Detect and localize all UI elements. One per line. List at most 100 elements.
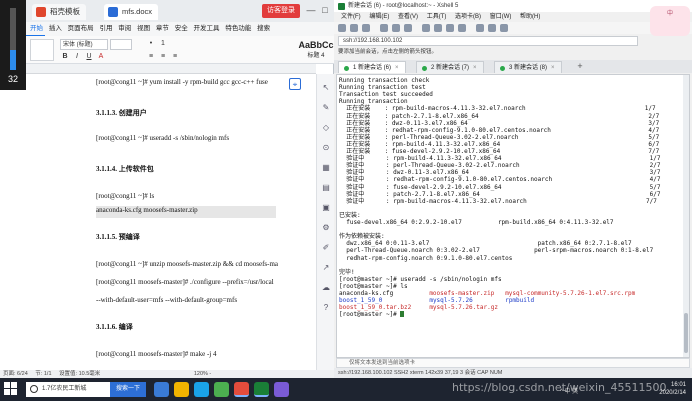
close-icon[interactable]: × [473, 65, 477, 71]
print-icon[interactable] [422, 24, 430, 32]
terminal-scrollbar[interactable] [683, 75, 689, 357]
terminal-text: [root@master ~]# ls [339, 282, 408, 290]
add-tab-icon[interactable]: + [574, 61, 586, 73]
settings-icon[interactable] [458, 24, 466, 32]
new-session-icon[interactable] [338, 24, 346, 32]
menu-layout[interactable]: 页面布局 [66, 22, 96, 36]
help-icon[interactable]: ? [320, 302, 332, 314]
paste-icon[interactable] [392, 24, 400, 32]
location-icon[interactable]: ⊙ [320, 142, 332, 154]
document-line: [root@cong11 ~]# unzip moosefs-master.zi… [96, 260, 279, 268]
pen-icon[interactable]: ✐ [320, 242, 332, 254]
wps-taskbar-icon[interactable] [234, 382, 249, 397]
file-explorer-icon[interactable] [174, 382, 189, 397]
layout-icon[interactable]: ▤ [320, 182, 332, 194]
color-scheme-icon[interactable] [434, 24, 442, 32]
align-left-icon[interactable]: ≡ [146, 52, 156, 62]
font-name-select[interactable]: 宋体 (标题) [60, 39, 108, 50]
watermark-url: https://blog.csdn.net/weixin_45511500 [452, 381, 667, 394]
close-icon[interactable]: × [551, 65, 555, 71]
xshell-taskbar-icon[interactable] [254, 382, 269, 397]
italic-icon[interactable]: I [72, 52, 82, 62]
underline-icon[interactable]: U [84, 52, 94, 62]
taskbar-search-box[interactable]: 1.7亿农民工新城 搜索一下 [26, 382, 146, 397]
menu-references[interactable]: 引用 [97, 22, 114, 36]
backup-icon[interactable]: ☁ [320, 282, 332, 294]
chrome-browser-icon[interactable] [214, 382, 229, 397]
style-gallery-item[interactable]: AaBbCc 标题 4 [298, 38, 334, 62]
find-icon[interactable] [404, 24, 412, 32]
document-page[interactable]: [root@cong11 ~]# yum install -y rpm-buil… [26, 74, 316, 370]
menu-start[interactable]: 开始 [26, 23, 45, 37]
menu-tools[interactable]: 工具(T) [427, 14, 447, 20]
terminal-text: redhat-rpm-config.noarch 0:9.1.0-80.el7.… [339, 254, 513, 262]
number-list-icon[interactable]: 1 [158, 39, 168, 49]
compose-bar[interactable]: 仅将文本发送到当前选项卡 [336, 358, 690, 368]
page-count: 页面: 6/24 [3, 371, 28, 377]
align-center-icon[interactable]: ≡ [158, 52, 168, 62]
paste-icon[interactable] [30, 39, 54, 61]
table-icon[interactable]: ▦ [320, 162, 332, 174]
volume-value: 32 [7, 74, 18, 84]
windows-start-icon[interactable] [4, 382, 18, 396]
share-icon[interactable]: ↗ [320, 262, 332, 274]
tab-document[interactable]: mfs.docx [104, 4, 159, 20]
copy-icon[interactable] [380, 24, 388, 32]
style-icon[interactable]: ✎ [320, 102, 332, 114]
app-icon[interactable] [274, 382, 289, 397]
menu-view[interactable]: 查看(V) [398, 14, 418, 20]
reconnect-icon[interactable] [362, 24, 370, 32]
font-icon[interactable] [446, 24, 454, 32]
volume-bar[interactable] [10, 8, 16, 70]
transfer-icon[interactable] [476, 24, 484, 32]
menu-security[interactable]: 安全 [173, 22, 190, 36]
search-button[interactable]: 搜索一下 [109, 382, 146, 397]
bold-icon[interactable]: B [60, 52, 70, 62]
terminal-output[interactable]: Running transaction check Running transac… [336, 74, 690, 358]
align-right-icon[interactable]: ≡ [170, 52, 180, 62]
template-icon [36, 7, 46, 17]
task-view-icon[interactable] [154, 382, 169, 397]
close-icon[interactable]: × [395, 65, 399, 71]
menu-edit[interactable]: 编辑(E) [369, 14, 389, 20]
lock-icon[interactable] [488, 24, 496, 32]
terminal-text: rpmbuild [505, 297, 535, 305]
zoom-level[interactable]: 120% - [194, 371, 211, 377]
menu-review[interactable]: 审阅 [116, 22, 133, 36]
tab-template[interactable]: 稻壳模板 [32, 4, 86, 20]
terminal-text: boost_1_59_0 [339, 297, 383, 305]
tab-session-7[interactable]: 2 新建会话 (7) × [416, 61, 484, 73]
menu-tabs[interactable]: 选项卡(B) [455, 14, 481, 20]
menu-help[interactable]: 帮助(H) [520, 14, 540, 20]
menu-view[interactable]: 视图 [135, 22, 152, 36]
session-address-bar[interactable]: ssh://192.168.100.102 [338, 36, 638, 46]
location-pin-icon[interactable]: ⌖ [289, 78, 301, 90]
help-icon[interactable] [500, 24, 508, 32]
tab-session-6[interactable]: 1 新建会话 (6) × [338, 61, 406, 73]
terminal-line: 正在安装 : dwz-0.11-3.el7.x86_64 3/7 [339, 120, 659, 127]
login-button[interactable]: 访客登录 [262, 4, 300, 18]
menu-search[interactable]: 搜索 [255, 22, 272, 36]
tab-session-8[interactable]: 3 新建会话 (8) × [494, 61, 562, 73]
maximize-icon[interactable]: □ [318, 3, 332, 17]
tools-icon[interactable]: ⚙ [320, 222, 332, 234]
menu-developer[interactable]: 开发工具 [192, 22, 222, 36]
open-icon[interactable] [350, 24, 358, 32]
connected-icon [344, 66, 349, 71]
font-color-icon[interactable]: A [96, 52, 106, 62]
menu-chapter[interactable]: 章节 [154, 22, 171, 36]
terminal-line: 验证中 : redhat-rpm-config-9.1.0-80.el7.cen… [339, 176, 660, 183]
menu-file[interactable]: 文件(F) [341, 14, 361, 20]
horizontal-ruler[interactable] [26, 64, 316, 74]
bullet-list-icon[interactable]: • [146, 39, 156, 49]
image-icon[interactable]: ▣ [320, 202, 332, 214]
menu-window[interactable]: 窗口(W) [490, 14, 512, 20]
minimize-icon[interactable]: — [304, 3, 318, 17]
edge-browser-icon[interactable] [194, 382, 209, 397]
scrollbar-thumb[interactable] [684, 313, 688, 353]
shape-icon[interactable]: ◇ [320, 122, 332, 134]
font-size-select[interactable] [110, 39, 132, 50]
menu-features[interactable]: 特色功能 [223, 22, 253, 36]
menu-insert[interactable]: 插入 [47, 22, 64, 36]
select-icon[interactable]: ↖ [320, 82, 332, 94]
